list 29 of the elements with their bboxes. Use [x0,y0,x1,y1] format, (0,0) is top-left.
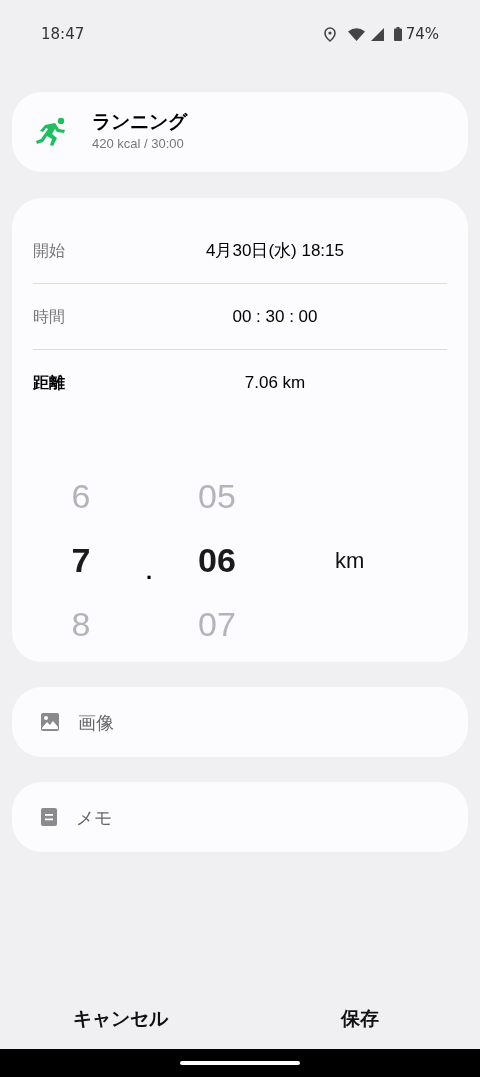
attachment-label: 画像 [78,710,114,735]
running-person-icon [36,117,68,147]
status-time: 18:47 [41,23,85,45]
cancel-button[interactable]: キャンセル [0,993,240,1043]
location-icon [323,26,336,42]
activity-card[interactable]: ランニング 420 kcal / 30:00 [12,92,468,172]
field-value[interactable]: 00 : 30 : 00 [173,303,447,330]
field-value[interactable]: 4月30日(水) 18:15 [173,237,447,264]
field-label: 開始 [33,239,66,262]
battery-icon [393,27,402,41]
save-button[interactable]: 保存 [240,993,480,1043]
battery-percentage: 74% [405,23,439,45]
attachment-label: メモ [76,805,112,830]
wifi-icon [347,27,365,41]
unit-label: km [335,546,365,575]
image-icon [40,712,60,732]
field-label: 時間 [33,305,66,328]
field-value[interactable]: 7.06 km [173,370,447,396]
picker-number[interactable]: 7 [71,528,91,592]
decimal-separator: . [144,557,154,586]
picker-number[interactable]: 06 [198,528,236,592]
document-icon [40,807,58,827]
signal-icon [370,27,384,41]
activity-subtitle: 420 kcal / 30:00 [92,135,185,154]
attachment-row[interactable]: 画像 [12,687,468,757]
home-indicator[interactable] [180,1061,300,1065]
field-label: 距離 [33,372,66,394]
attachment-row[interactable]: メモ [12,782,468,852]
activity-title: ランニング [92,110,187,135]
